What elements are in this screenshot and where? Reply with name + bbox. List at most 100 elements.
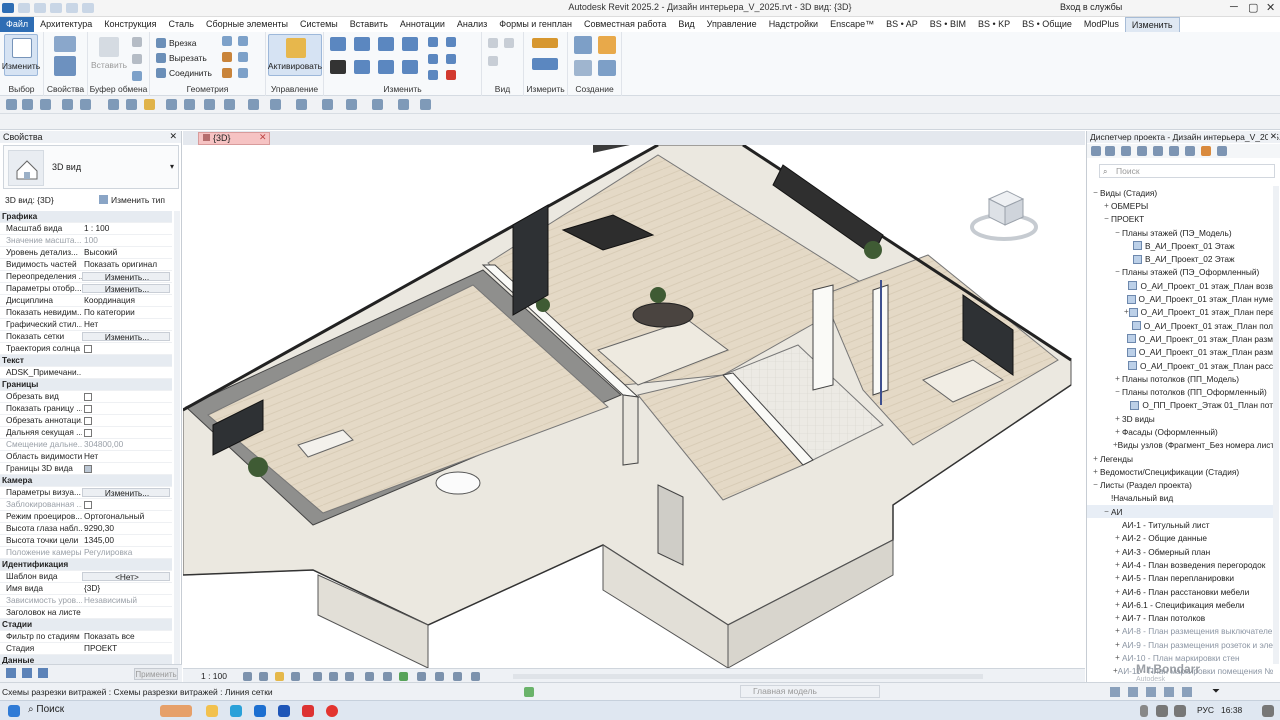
align-icon[interactable] — [330, 37, 346, 51]
maximize-icon[interactable]: ▢ — [1248, 1, 1258, 14]
network-icon[interactable] — [1156, 705, 1168, 717]
ribbon-tab[interactable]: Вставить — [344, 17, 394, 32]
expand-icon[interactable]: + — [1113, 625, 1122, 637]
tree-item[interactable]: + АИ-3 - Обмерный план — [1087, 545, 1273, 558]
browser-search-input[interactable]: Поиск — [1099, 164, 1275, 178]
filter-status-icon[interactable]: ⏷ — [1212, 686, 1220, 697]
close-tab-icon[interactable]: ✕ — [259, 132, 267, 143]
sun-path-icon[interactable] — [275, 672, 284, 681]
match-properties-icon[interactable] — [132, 71, 142, 81]
property-row[interactable]: Значение масшта... 100 — [0, 235, 172, 247]
crop-view-icon[interactable] — [329, 672, 338, 681]
paint-icon[interactable] — [222, 68, 232, 78]
tree-item[interactable]: + Фасады (Оформленный) — [1087, 425, 1273, 438]
rendering-icon[interactable] — [313, 672, 322, 681]
minimize-icon[interactable]: ─ — [1230, 1, 1238, 13]
measure-small-icon[interactable] — [108, 99, 119, 110]
property-row[interactable]: Масштаб вида 1 : 100 — [0, 223, 172, 235]
close-icon[interactable]: ✕ — [1266, 1, 1275, 14]
ribbon-tab[interactable]: Enscape™ — [824, 17, 880, 32]
help-icon[interactable] — [6, 668, 16, 678]
tree-item[interactable]: + АИ-8 - План размещения выключателе — [1087, 625, 1273, 638]
property-row[interactable]: Показать невидим... По категории — [0, 307, 172, 319]
expand-icon[interactable]: + — [1102, 200, 1111, 212]
expand-icon[interactable]: + — [1113, 652, 1122, 664]
offset-icon[interactable] — [354, 37, 370, 51]
properties-scrollbar[interactable] — [174, 211, 180, 719]
panel-select-label[interactable]: Выбор — [0, 84, 43, 94]
tree-item[interactable]: − Планы этажей (ПЭ_Модель) — [1087, 226, 1273, 239]
tree-item[interactable]: О_АИ_Проект_01 этаж_План разм — [1087, 346, 1273, 359]
property-row[interactable]: Параметры визуа... Изменить... — [0, 487, 172, 499]
view-cube[interactable] — [969, 185, 1039, 245]
undo-icon[interactable] — [66, 3, 78, 13]
tree-item[interactable]: − Планы этажей (ПЭ_Оформленный) — [1087, 266, 1273, 279]
property-row[interactable]: Дисциплина Координация — [0, 295, 172, 307]
horizontal-scrollbar[interactable] — [513, 674, 983, 679]
apply-button[interactable]: Применить — [134, 668, 178, 680]
geometry-tool-3-icon[interactable] — [222, 52, 232, 62]
property-row[interactable]: Режим проециров... Ортогональный — [0, 511, 172, 523]
ribbon-tab[interactable]: Изменить — [1124, 17, 1180, 32]
ribbon-tab[interactable]: Аннотации — [394, 17, 451, 32]
property-edit-button[interactable]: Изменить... — [82, 332, 170, 341]
properties-icon[interactable] — [54, 56, 76, 76]
collapse-icon[interactable]: − — [1113, 227, 1122, 239]
aligned-dim-icon[interactable] — [126, 99, 137, 110]
checkbox[interactable] — [84, 392, 92, 401]
property-row[interactable]: Заблокированная ... — [0, 499, 172, 511]
split-icon[interactable] — [428, 37, 438, 47]
tree-item[interactable]: − ПРОЕКТ — [1087, 213, 1273, 226]
ribbon-tab[interactable]: Совместная работа — [578, 17, 672, 32]
property-row[interactable]: Обрезать аннотаци... — [0, 415, 172, 427]
expand-icon[interactable]: + — [1113, 413, 1122, 425]
print-icon[interactable] — [62, 99, 73, 110]
create-group-icon[interactable] — [574, 60, 592, 76]
ribbon-tab[interactable]: Сборные элементы — [200, 17, 294, 32]
sync-icon[interactable] — [50, 3, 62, 13]
visual-style-icon[interactable] — [259, 672, 268, 681]
checkbox[interactable] — [84, 500, 92, 509]
trim-icon[interactable] — [402, 60, 418, 74]
property-section[interactable]: Границы — [0, 379, 172, 391]
property-row[interactable]: Показать сетки Изменить... — [0, 331, 172, 343]
geometry-tool-4-icon[interactable] — [238, 52, 248, 62]
notifications-icon[interactable] — [1262, 705, 1274, 717]
delete-icon[interactable] — [446, 70, 456, 80]
browser-tool-7-icon[interactable] — [1201, 146, 1211, 156]
select-links-icon[interactable] — [6, 99, 17, 110]
ribbon-tab[interactable]: BS • KP — [972, 17, 1016, 32]
tree-item[interactable]: + Легенды — [1087, 452, 1273, 465]
tree-item[interactable]: + АИ-9 - План размещения розеток и эле — [1087, 638, 1273, 651]
instance-selector[interactable]: 3D вид: {3D} Изменить тип — [3, 193, 179, 207]
show-crop-icon[interactable] — [345, 672, 354, 681]
text-icon[interactable] — [204, 99, 215, 110]
tree-item[interactable]: !Начальный вид — [1087, 492, 1273, 505]
tree-item[interactable]: В_АИ_Проект_02 Этаж — [1087, 252, 1273, 265]
select-links-status-icon[interactable] — [1110, 687, 1120, 697]
property-section[interactable]: Стадии — [0, 619, 172, 631]
checkbox[interactable] — [84, 404, 92, 413]
filter-icon[interactable] — [22, 668, 32, 678]
property-edit-button[interactable]: Изменить... — [82, 488, 170, 497]
property-row[interactable]: Параметры отобр... Изменить... — [0, 283, 172, 295]
select-by-face-icon[interactable] — [1164, 687, 1174, 697]
save-icon[interactable] — [34, 3, 46, 13]
tree-item[interactable]: В_АИ_Проект_01 Этаж — [1087, 239, 1273, 252]
property-row[interactable]: Видимость частей Показать оригинал — [0, 259, 172, 271]
property-row[interactable]: Фильтр по стадиям Показать все — [0, 631, 172, 643]
property-edit-button[interactable]: Изменить... — [82, 284, 170, 293]
checkbox[interactable] — [84, 428, 92, 437]
clock[interactable]: 16:38 — [1221, 705, 1242, 715]
ribbon-tab[interactable]: BS • BIM — [924, 17, 972, 32]
customize-icon[interactable] — [296, 99, 307, 110]
property-row[interactable]: Область видимости Нет — [0, 451, 172, 463]
cut-icon[interactable] — [132, 37, 142, 47]
worksharing-icon[interactable] — [417, 672, 426, 681]
expand-icon[interactable]: + — [1113, 572, 1122, 584]
sort-icon[interactable] — [38, 668, 48, 678]
sync-icon[interactable] — [80, 99, 91, 110]
tree-item[interactable]: +3D виды — [1087, 412, 1273, 425]
tree-item[interactable]: − Листы (Раздел проекта) — [1087, 479, 1273, 492]
array-icon[interactable] — [446, 37, 456, 47]
